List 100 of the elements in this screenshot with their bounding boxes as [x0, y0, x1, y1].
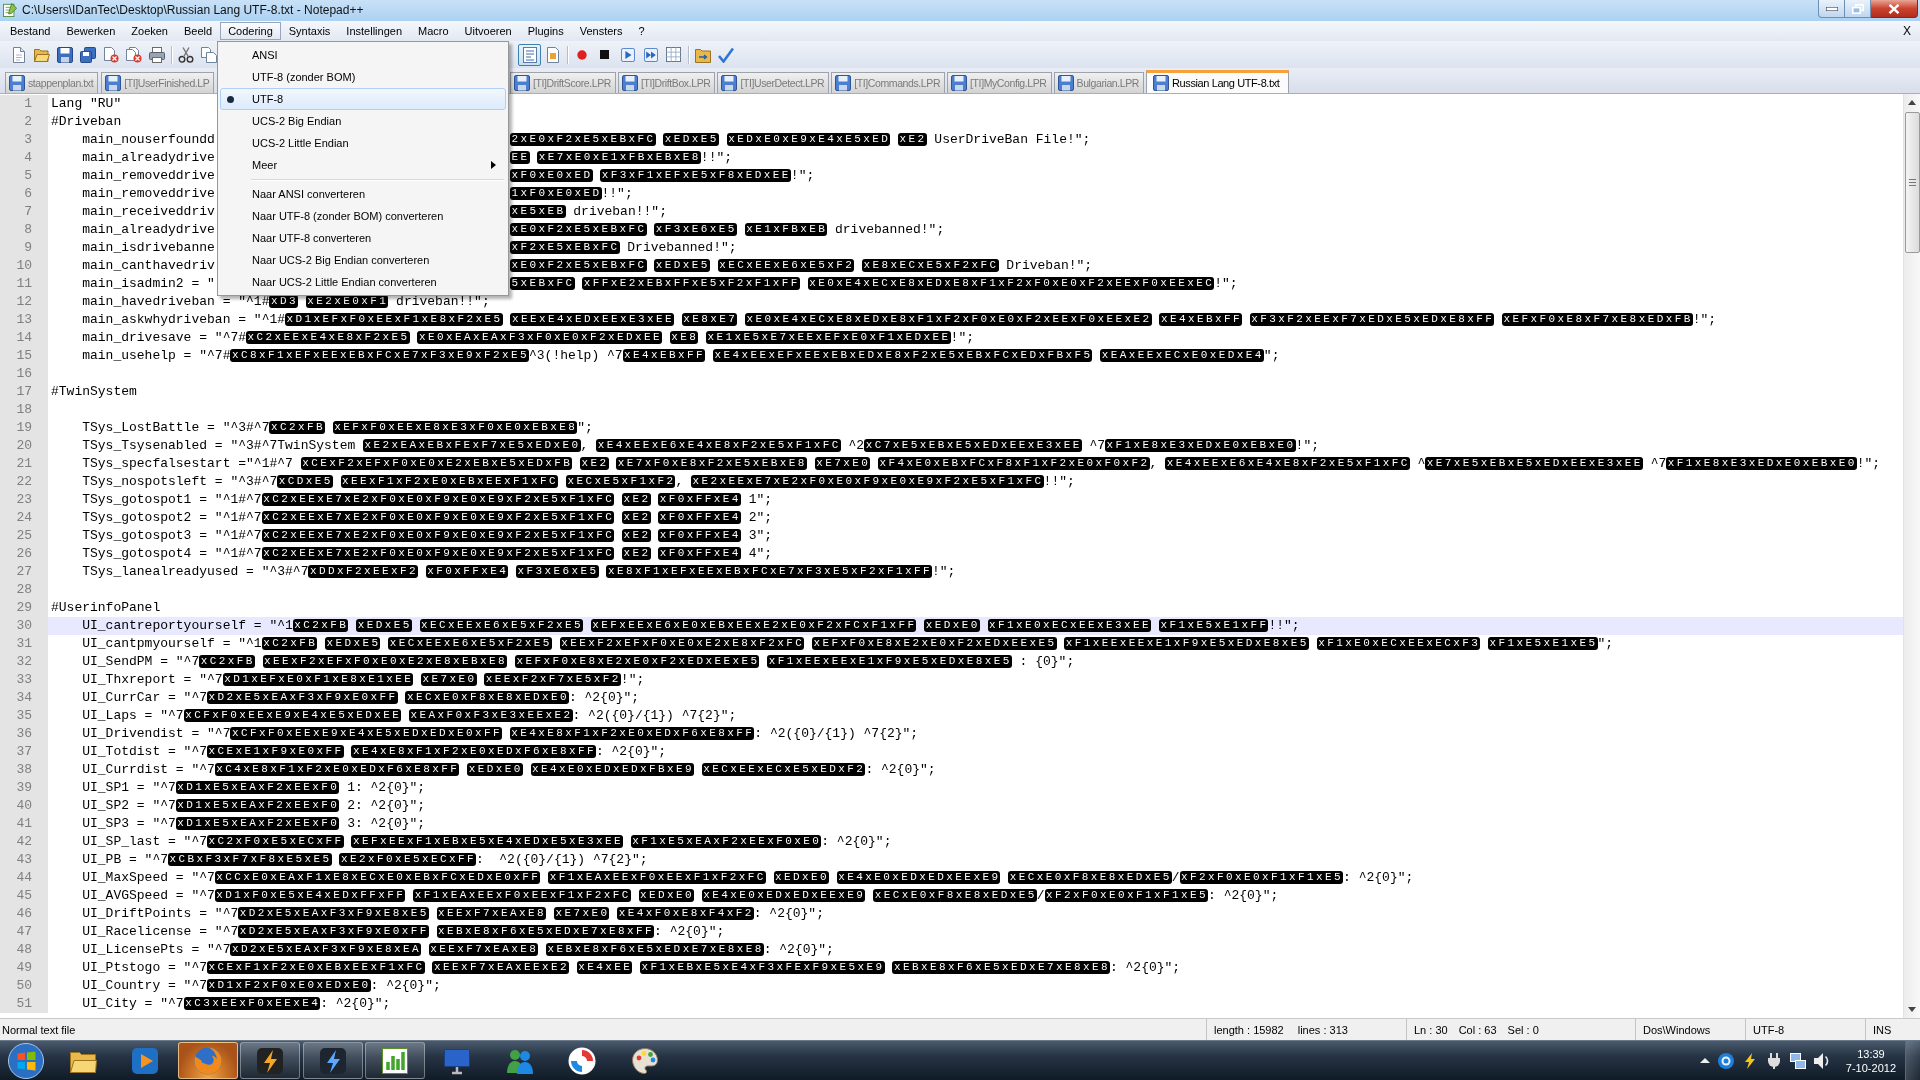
menu-item[interactable]: UCS-2 Little Endian: [220, 132, 506, 154]
status-text: Dos\Windows: [1643, 1023, 1711, 1036]
menu-item[interactable]: Naar UTF-8 (zonder BOM) converteren: [220, 205, 506, 227]
menu-item[interactable]: Syntaxis: [280, 22, 339, 40]
menu-item[interactable]: Plugins: [519, 22, 572, 40]
line-number: 32: [0, 653, 48, 671]
notepad-icon: [3, 3, 17, 17]
line-number: 13: [0, 311, 48, 329]
status-text: lines : 313: [1297, 1023, 1348, 1036]
checkmark-icon: [717, 46, 734, 63]
code-line: UI_cantpmyourself = "^1 xC2xFB xEDxE5 xECxEExE6xE5xF2xE5 xEExF2xEFxF0xE0xE2xE8xF2xFC xEFxF0xE8xE2xE0xF2xEDxEExE5 xF1xEExEExE1xF9xE5xEDxE8xE5 xF1xE0xECxEExECxF3 xF1xE5xE1xE5";: [81, 635, 1614, 653]
line-number: 46: [0, 905, 48, 923]
code-line: TSys_gotospot4 = "^1#^7 xC2xEExE7xE2xF0xE0xF9xE0xE9xF2xE5xF1xFC xE2 xF0xFFxE4 4";: [81, 545, 773, 563]
line-number: 9: [0, 239, 48, 257]
clock-date[interactable]: 7-10-2012: [1845, 1060, 1896, 1075]
line-number: 42: [0, 833, 48, 851]
menu-item[interactable]: ?: [630, 22, 653, 40]
code-line: main_removeddrive: [81, 185, 215, 203]
line-number: 27: [0, 563, 48, 581]
chevron-up-icon[interactable]: [1699, 1058, 1710, 1063]
line-number: 10: [0, 257, 48, 275]
code-line: UI_MaxSpeed = "^7 xCCxE0xEAxF1xE8xECxE0xEBxFCxEDxE0xFF xF1xEAxEExF0xEExF1xF2xFC xEDxE0 xE4xE0xEDxEDxEExE9 xECxE0xF8xE8xEDxE5/xF2xF0xE0xF1xF1xE5: ^2{0}";: [81, 869, 1414, 887]
ring-icon[interactable]: [1717, 1052, 1734, 1069]
line-number: 34: [0, 689, 48, 707]
line-number: 25: [0, 527, 48, 545]
document-icon: [544, 46, 561, 63]
code-line: UI_AVGSpeed = "^7 xD1xF0xE5xE4xEDxFFxFF xF1xEAxEExF0xEExF1xF2xFC xEDxE0 xE4xE0xEDxEDxEExE9 xECxE0xF8xE8xEDxE5/xF2xF0xE0xF1xF1xE5: ^2{0}";: [81, 887, 1279, 905]
code-line: TSys_nospotsleft = "^3#^7xCDxE5 xEExF1xF2xE0xEBxEExF1xFC xECxE5xF1xF2, xE2xEExE7xE2xF0xE0xF9xE0xE9xF2xE5xF1xFC!!";: [81, 473, 1075, 491]
speaker-icon[interactable]: [1813, 1052, 1830, 1069]
menu-item[interactable]: Codering: [220, 22, 281, 40]
code-line: xE5xEB driveban!!";: [510, 203, 667, 221]
menu-item[interactable]: Naar ANSI converteren: [220, 183, 506, 205]
code-line: TSys_specfalsestart ="^1#^7 xCExF2xEFxF0xE0xE2xEBxE5xEDxFB xE2 xE7xF0xE8xF2xE5xEBxE8 xE7xE0 xF4xE0xEBxFCxF8xF1xF2xE0xF0xF2, xE4xEExE6xE4xE8xF2xE5xF1xFC ^xE7xE5xEBxE5xEDxEExE3xEE ^7xF1xE8xE3xEDxE0xEBxE0!";: [81, 455, 1881, 473]
line-number: 15: [0, 347, 48, 365]
submenu-arrow-icon: [491, 161, 496, 169]
status-text: Sel : 0: [1507, 1023, 1539, 1036]
fast-forward-icon: [643, 47, 658, 62]
scrollbar-thumb[interactable]: [1904, 112, 1920, 253]
scrollbar-track[interactable]: [1903, 94, 1920, 1018]
save-icon: [56, 46, 73, 63]
line-number: 26: [0, 545, 48, 563]
menu-item[interactable]: Meer: [220, 154, 506, 176]
code-line: UI_City = "^7 xC3xEExF0xEExE4: ^2{0}";: [81, 995, 391, 1013]
code-line: UI_DriftPoints = "^7xD2xE5xEAxF3xF9xE8xE5 xEExF7xEAxE8 xE7xE0 xE4xF0xE8xF4xF2: ^2{0}";: [81, 905, 824, 923]
menu-item[interactable]: Bewerken: [58, 22, 124, 40]
tab[interactable]: Russian Lang UTF-8.txt: [1146, 70, 1290, 93]
code-line: #TwinSystem: [51, 383, 137, 401]
code-line: main_isdrivebanne: [81, 239, 215, 257]
code-line: xE0xF2xE5xEBxFC xF3xE6xE5 xE1xFBxEB drivebanned!";: [510, 221, 945, 239]
code-line: UI_PB = "^7 xCBxF3xF7xF8xE5xE5 xE2xF0xE5xECxFF: ^2({0}/{1}) ^7{2}";: [81, 851, 648, 869]
code-line: xF2xE5xEBxFC Drivebanned!";: [510, 239, 737, 257]
menu-item[interactable]: Instellingen: [338, 22, 410, 40]
folder-arrow-icon: [694, 46, 711, 63]
menu-item[interactable]: Uitvoeren: [456, 22, 520, 40]
menu-item[interactable]: Zoeken: [123, 22, 176, 40]
menu-item[interactable]: Vensters: [571, 22, 631, 40]
line-number: 21: [0, 455, 48, 473]
code-line: #Driveban: [51, 113, 122, 131]
clock-time[interactable]: 13:39: [1857, 1046, 1885, 1061]
scroll-up-arrow-icon[interactable]: [1908, 100, 1916, 105]
code-line: UI_Drivendist = "^7 xCFxF0xEExE9xE4xE5xEDxEDxE0xFF xE4xE8xF1xF2xE0xEDxF6xE8xFF: ^2({0}/{1}) ^7{2}";: [81, 725, 919, 743]
scroll-down-arrow-icon[interactable]: [1908, 1007, 1916, 1012]
line-number: 33: [0, 671, 48, 689]
code-line: UI_Ptstogo = "^7 xCExF1xF2xE0xEBxEExF1xFC xEExF7xEAxEExE2 xE4xEE xF1xEBxE5xE4xF3xFExF9xE5xE9 xEBxE8xF6xE5xEDxE7xE8xE8: ^2{0}";: [81, 959, 1181, 977]
cut-icon: [177, 46, 194, 63]
menu-item[interactable]: Macro: [410, 22, 457, 40]
line-number: 4: [0, 149, 48, 167]
close-document-button[interactable]: X: [1901, 24, 1913, 38]
menu-item[interactable]: UTF-8: [220, 88, 506, 110]
line-number: 50: [0, 977, 48, 995]
code-line: TSys_Tsysenabled = "^3#^7TwinSystem xE2xEAxEBxFExF7xE5xEDxE0, xE4xEExE6xE4xE8xF2xE5xF1xFC ^2 xC7xE5xEBxE5xEDxEExE3xEE ^7 xF1xE8xE3xEDxE0xEBxE0!";: [81, 437, 1319, 455]
plug-icon[interactable]: [1765, 1052, 1782, 1069]
menu-item[interactable]: Beeld: [176, 22, 221, 40]
show-desktop-button[interactable]: [1905, 1041, 1920, 1080]
menu-item[interactable]: Bestand: [2, 22, 59, 40]
line-number: 44: [0, 869, 48, 887]
minimize-button[interactable]: [1818, 0, 1845, 18]
code-line: TSys_gotospot2 = "^1#^7 xC2xEExE7xE2xF0xE0xF9xE0xE9xF2xE5xF1xFC xE2 xF0xFFxE4 2";: [81, 509, 773, 527]
code-line: xF0xE0xED xF3xF1xEFxE5xF8xEDxEE!";: [510, 167, 815, 185]
menu-item[interactable]: UCS-2 Big Endian: [220, 110, 506, 132]
status-text: INS: [1873, 1023, 1892, 1036]
menu-item[interactable]: Naar UTF-8 converteren: [220, 227, 506, 249]
code-line: TSys_lanealreadyused = "^3#^7 xDDxF2xEExF2 xF0xFFxE4 xF3xE6xE5 xE8xF1xEFxEExEBxFCxE7xF3xE5xF2xF1xFF!";: [81, 563, 956, 581]
restore-button[interactable]: [1845, 0, 1871, 18]
menu-item[interactable]: ANSI: [220, 44, 506, 66]
network-icon[interactable]: [1789, 1052, 1806, 1069]
save-all-icon: [79, 46, 96, 63]
menu-item[interactable]: Naar UCS-2 Little Endian converteren: [220, 271, 506, 293]
menu-item[interactable]: Naar UCS-2 Big Endian converteren: [220, 249, 506, 271]
line-number: 37: [0, 743, 48, 761]
minimize-icon: [1825, 6, 1838, 11]
folder-icon: [33, 46, 50, 63]
stop-icon: [600, 50, 609, 59]
menu-item[interactable]: UTF-8 (zonder BOM): [220, 66, 506, 88]
globe-icon: [193, 1046, 222, 1075]
code-line: 2xE0xF2xE5xEBxFC xEDxE5 xEDxE0xE9xE4xE5xED xE2 UserDriveBan File!";: [510, 131, 1091, 149]
close-button[interactable]: [1871, 0, 1918, 18]
code-line: main_alreadydrive: [81, 221, 215, 239]
line-number: 39: [0, 779, 48, 797]
palette-icon: [630, 1046, 659, 1075]
